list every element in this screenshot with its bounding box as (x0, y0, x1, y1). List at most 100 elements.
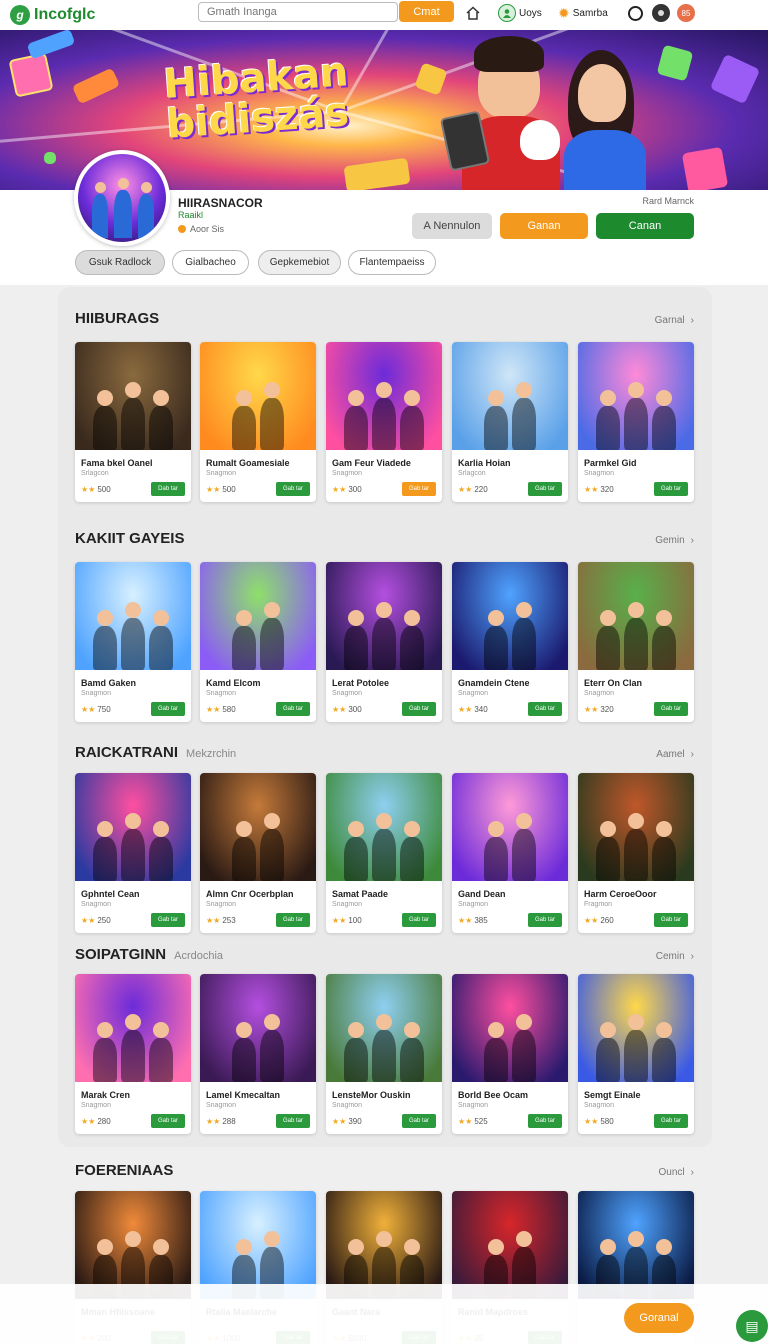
character-head (488, 390, 504, 406)
badge-button[interactable]: 85 (677, 4, 695, 22)
star-icon: ★★ (584, 485, 599, 494)
character-head (236, 1022, 252, 1038)
character-figure (93, 837, 117, 881)
notifications-button[interactable] (628, 4, 643, 22)
game-thumbnail (75, 562, 191, 670)
section-see-more-link[interactable]: Gemin › (630, 535, 694, 546)
character-head (600, 1239, 616, 1255)
character-head (153, 1239, 169, 1255)
play-button[interactable]: Gab tar (528, 913, 562, 927)
character-head (236, 1239, 252, 1255)
bottom-action-button[interactable]: Goranal (624, 1303, 694, 1333)
game-card[interactable]: Gnamdein Ctene Snagmon ★★ 340 Gab tar (452, 562, 568, 722)
play-button[interactable]: Gab tar (276, 913, 310, 927)
game-card[interactable]: Parmkel Gid Snagmon ★★ 320 Gab tar (578, 342, 694, 502)
play-button[interactable]: Dab tar (151, 482, 185, 496)
game-card[interactable]: LensteMor Ouskin Snagmon ★★ 390 Gab tar (326, 974, 442, 1134)
game-card[interactable]: Gphntel Cean Snagmon ★★ 250 Gab tar (75, 773, 191, 933)
section-see-more-link[interactable]: Cemin › (630, 951, 694, 962)
search-input[interactable] (198, 2, 398, 22)
rating-value: 300 (348, 705, 362, 714)
play-button[interactable]: Gab tar (402, 702, 436, 716)
star-icon: ★★ (206, 916, 221, 925)
play-button[interactable]: Gab tar (528, 482, 562, 496)
profile-green-button[interactable]: Canan (596, 213, 694, 239)
game-card[interactable]: Kamd Elcom Snagmon ★★ 580 Gab tar (200, 562, 316, 722)
sun-icon: ✹ (558, 4, 570, 21)
play-button[interactable]: Gab tar (151, 1114, 185, 1128)
game-card[interactable]: Marak Cren Snagmon ★★ 280 Gab tar (75, 974, 191, 1134)
play-button[interactable]: Gab tar (528, 702, 562, 716)
nav-link-samba[interactable]: ✹ Samrba (558, 4, 608, 22)
play-button[interactable]: Gab tar (402, 1114, 436, 1128)
profile-orange-button[interactable]: Ganan (500, 213, 588, 239)
play-button[interactable]: Gab tar (276, 482, 310, 496)
game-card[interactable]: Harm CeroeOoor Fragmon ★★ 260 Gab tar (578, 773, 694, 933)
section-see-more-link[interactable]: Garnal › (630, 315, 694, 326)
filter-pill[interactable]: Gepkemebiot (258, 250, 341, 275)
game-thumbnail (75, 342, 191, 450)
character-figure (400, 1038, 424, 1082)
logo[interactable]: g Incofglc (10, 5, 200, 25)
section-title: HIIBURAGS (75, 310, 159, 327)
game-thumbnail (578, 974, 694, 1082)
section-see-more-link[interactable]: Aamel › (630, 749, 694, 760)
character-figure (400, 837, 424, 881)
play-button[interactable]: Gab tar (654, 1114, 688, 1128)
game-card[interactable]: Samat Paade Snagmon ★★ 100 Gab tar (326, 773, 442, 933)
game-card[interactable]: Bamd Gaken Snagmon ★★ 750 Gab tar (75, 562, 191, 722)
search-button[interactable]: Cmat (399, 1, 454, 22)
play-button[interactable]: Gab tar (528, 1114, 562, 1128)
profile-avatar-button[interactable] (652, 4, 670, 22)
character-head (125, 1014, 141, 1030)
game-card[interactable]: Rumalt Goamesiale Snagmon ★★ 500 Gab tar (200, 342, 316, 502)
play-button[interactable]: Gab tar (402, 913, 436, 927)
game-rating: ★★ 253 (206, 916, 236, 925)
game-card[interactable]: Borld Bee Ocam Snagmon ★★ 525 Gab tar (452, 974, 568, 1134)
game-card[interactable]: Semgt Einale Snagmon ★★ 580 Gab tar (578, 974, 694, 1134)
character-figure (484, 406, 508, 450)
filter-pill[interactable]: Gialbacheo (172, 250, 249, 275)
character-head (97, 390, 113, 406)
game-card[interactable]: Gand Dean Snagmon ★★ 385 Gab tar (452, 773, 568, 933)
filter-pill[interactable]: Gsuk Radlock (75, 250, 165, 275)
play-button[interactable]: Gab tar (151, 702, 185, 716)
game-card[interactable]: Karlia Hoian Srlagcon ★★ 220 Gab tar (452, 342, 568, 502)
game-card[interactable]: Lamel Kmecaltan Snagmon ★★ 288 Gab tar (200, 974, 316, 1134)
game-card[interactable]: Gam Feur Viadede Snagmon ★★ 300 Gab tar (326, 342, 442, 502)
game-card[interactable]: Fama bkel Oanel Srlagcon ★★ 500 Dab tar (75, 342, 191, 502)
play-button[interactable]: Gab tar (654, 702, 688, 716)
see-more-label: Gemin (655, 535, 685, 546)
character-head (656, 821, 672, 837)
play-button[interactable]: Gab tar (654, 482, 688, 496)
character-head (264, 813, 280, 829)
nav-link-label: Samrba (572, 7, 608, 19)
home-icon[interactable] (466, 4, 480, 22)
chat-fab-button[interactable]: ▤ (736, 1310, 768, 1342)
game-category: Snagmon (584, 1102, 614, 1109)
character-figure (121, 618, 145, 670)
profile-avatar (74, 150, 170, 246)
play-button[interactable]: Gab tar (151, 913, 185, 927)
profile-secondary-button[interactable]: A Nennulon (412, 213, 492, 239)
star-icon: ★★ (332, 485, 347, 494)
game-card[interactable]: Eterr On Clan Snagmon ★★ 320 Gab tar (578, 562, 694, 722)
game-title: Gnamdein Ctene (458, 678, 530, 688)
play-button[interactable]: Gab tar (402, 482, 436, 496)
gem-icon (681, 146, 729, 190)
play-button[interactable]: Gab tar (276, 702, 310, 716)
play-button[interactable]: Gab tar (654, 913, 688, 927)
play-button[interactable]: Gab tar (276, 1114, 310, 1128)
character-head (264, 1014, 280, 1030)
game-card[interactable]: Lerat Potolee Snagmon ★★ 300 Gab tar (326, 562, 442, 722)
nav-link-users[interactable]: Uoys (498, 4, 542, 22)
character-head (376, 602, 392, 618)
game-card[interactable]: Almn Cnr Ocerbplan Snagmon ★★ 253 Gab tar (200, 773, 316, 933)
game-rating: ★★ 100 (332, 916, 362, 925)
character-figure (596, 1038, 620, 1082)
filter-pill[interactable]: Flantempaeiss (348, 250, 436, 275)
game-thumbnail (326, 974, 442, 1082)
see-more-label: Aamel (656, 749, 685, 760)
star-icon: ★★ (81, 705, 96, 714)
section-see-more-link[interactable]: Ouncl › (630, 1167, 694, 1178)
